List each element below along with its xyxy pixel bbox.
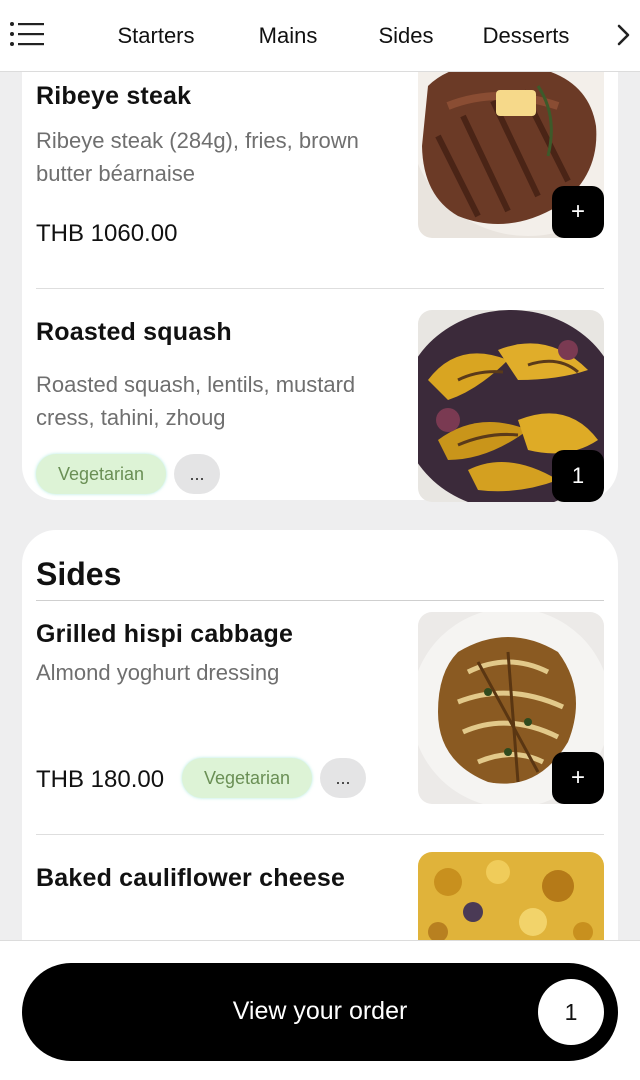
more-tags-button[interactable]: ...: [174, 454, 220, 494]
section-title: Sides: [36, 556, 122, 592]
item-divider: [36, 834, 604, 835]
item-description: Almond yoghurt dressing: [36, 660, 280, 685]
item-title: Roasted squash: [36, 318, 232, 346]
tab-mains[interactable]: Mains: [220, 0, 356, 72]
menu-item-baked-cauliflower-cheese[interactable]: Baked cauliflower cheese: [36, 850, 604, 942]
item-price: THB 180.00: [36, 766, 165, 793]
item-description: Roasted squash, lentils, mustard cress, …: [36, 372, 356, 430]
menu-item-roasted-squash[interactable]: Roasted squash Roasted squash, lentils, …: [36, 302, 604, 502]
menu-item-grilled-hispi-cabbage[interactable]: Grilled hispi cabbage Almond yoghurt dre…: [36, 612, 604, 820]
menu-item-ribeye-steak[interactable]: Ribeye steak Ribeye steak (284g), fries,…: [36, 72, 604, 252]
add-to-order-button[interactable]: +: [552, 752, 604, 804]
tab-sides[interactable]: Sides: [356, 0, 456, 72]
category-nav: Starters Mains Sides Desserts: [0, 0, 640, 72]
bottom-order-bar: View your order 1: [0, 940, 640, 1080]
item-description: Ribeye steak (284g), fries, brown butter…: [36, 128, 359, 186]
view-order-label: View your order: [232, 997, 408, 1025]
add-to-order-button[interactable]: +: [552, 186, 604, 238]
more-tags-button[interactable]: ...: [320, 758, 366, 798]
item-quantity-badge[interactable]: 1: [552, 450, 604, 502]
category-tabs: Starters Mains Sides Desserts: [92, 0, 596, 72]
grilled-hispi-cabbage-photo: +: [418, 612, 604, 804]
sides-section-card: Sides Grilled hispi cabbage Almond yoghu…: [22, 530, 618, 942]
roasted-squash-photo: 1: [418, 310, 604, 502]
tab-desserts[interactable]: Desserts: [456, 0, 596, 72]
section-divider: [36, 600, 604, 601]
chevron-right-icon[interactable]: [614, 20, 634, 50]
menu-list-icon[interactable]: [8, 18, 48, 50]
view-order-button[interactable]: View your order 1: [22, 963, 618, 1061]
item-title: Baked cauliflower cheese: [36, 864, 346, 892]
tab-starters[interactable]: Starters: [92, 0, 220, 72]
item-divider: [36, 288, 604, 289]
ribeye-steak-photo: +: [418, 72, 604, 238]
baked-cauliflower-cheese-photo: [418, 852, 604, 942]
mains-section-card: Ribeye steak Ribeye steak (284g), fries,…: [22, 72, 618, 502]
item-title: Ribeye steak: [36, 82, 192, 110]
item-price: THB 1060.00: [36, 220, 178, 247]
vegetarian-badge: Vegetarian: [36, 454, 166, 494]
vegetarian-badge: Vegetarian: [182, 758, 312, 798]
item-title: Grilled hispi cabbage: [36, 620, 294, 648]
menu-content: Ribeye steak Ribeye steak (284g), fries,…: [0, 72, 640, 942]
order-count-badge: 1: [538, 979, 604, 1045]
